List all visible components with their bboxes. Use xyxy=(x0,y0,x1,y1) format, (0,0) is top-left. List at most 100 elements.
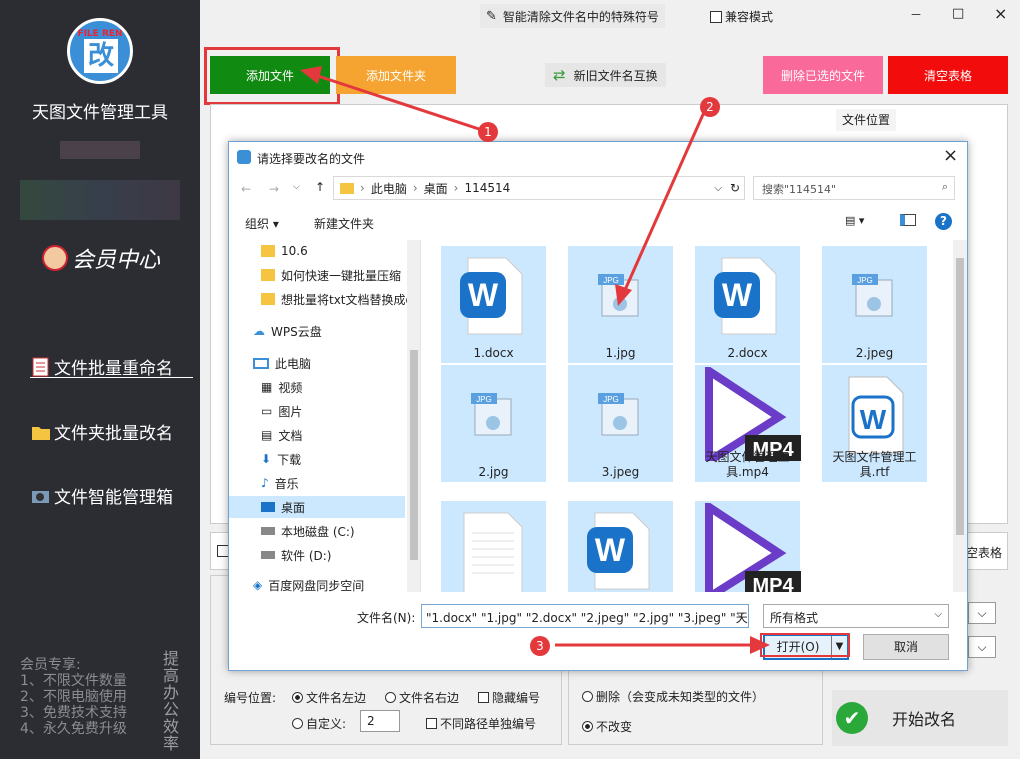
tree-item-drive-c[interactable]: 本地磁盘 (C:) xyxy=(261,520,355,542)
tree-item-desktop[interactable]: 桌面 xyxy=(229,496,405,518)
add-file-button[interactable]: 添加文件 xyxy=(210,56,330,94)
file-tile[interactable]: JPG 2.jpeg xyxy=(822,246,927,363)
annotation-marker-2: 2 xyxy=(700,97,720,117)
picture-icon: ▭ xyxy=(261,404,273,418)
file-tile[interactable]: W xyxy=(568,501,673,592)
folder-icon xyxy=(340,182,354,194)
add-folder-button[interactable]: 添加文件夹 xyxy=(336,56,456,94)
folder-icon xyxy=(261,293,275,305)
tree-item-videos[interactable]: ▦ 视频 xyxy=(261,376,302,398)
file-tile[interactable]: W 天图文件管理工具.rtf xyxy=(822,365,927,482)
hide-number-checkbox[interactable]: 隐藏编号 xyxy=(478,689,540,706)
file-tile[interactable]: W 2.docx xyxy=(695,246,800,363)
file-tile[interactable]: JPG 2.jpg xyxy=(441,365,546,482)
tree-scrollbar-thumb[interactable] xyxy=(410,350,418,560)
file-tile[interactable]: W 1.docx xyxy=(441,246,546,363)
file-tile[interactable]: JPG 3.jpeg xyxy=(568,365,673,482)
clear-table-link[interactable]: 空表格 xyxy=(966,544,1002,561)
refresh-icon[interactable]: ↻ xyxy=(730,181,740,195)
tree-item-drive-d[interactable]: 软件 (D:) xyxy=(261,544,331,566)
radio-label: 不改变 xyxy=(596,720,633,734)
wps-doc-icon: W xyxy=(587,512,650,590)
tree-item-folder[interactable]: 如何快速一键批量压缩 xyxy=(261,264,407,286)
document-icon: ▤ xyxy=(261,428,273,442)
checkbox-label: 隐藏编号 xyxy=(492,691,541,705)
perk-item: 4、永久免费升级 xyxy=(20,721,127,737)
nav-batch-rename-files[interactable]: 文件批量重命名 xyxy=(30,354,173,379)
filename-input[interactable]: "1.docx" "1.jpg" "2.docx" "2.jpeg" "2.jp… xyxy=(421,604,749,628)
grid-scrollbar-thumb[interactable] xyxy=(956,258,964,535)
tree-item-folder[interactable]: 10.6 xyxy=(261,240,308,262)
preview-pane-icon[interactable] xyxy=(900,214,916,226)
radio-ext-delete[interactable]: 删除（会变成未知类型的文件） xyxy=(582,688,764,705)
chevron-down-icon[interactable]: ⌵ xyxy=(714,183,722,194)
radio-name-right[interactable]: 文件名右边 xyxy=(385,689,459,706)
radio-name-left[interactable]: 文件名左边 xyxy=(292,689,366,706)
tree-item-documents[interactable]: ▤ 文档 xyxy=(261,424,302,446)
clear-table-button[interactable]: 清空表格 xyxy=(888,56,1008,94)
recent-dropdown[interactable]: ⌵ xyxy=(293,182,300,192)
breadcrumb-item[interactable]: 114514 xyxy=(464,181,510,195)
nav-smart-toolbox[interactable]: 文件智能管理箱 xyxy=(30,483,173,508)
compat-mode-checkbox[interactable]: 兼容模式 xyxy=(710,8,773,25)
right-select-1[interactable]: ⌵ xyxy=(968,602,996,624)
cancel-button[interactable]: 取消 xyxy=(863,634,949,660)
tree-item-wps-cloud[interactable]: ☁ WPS云盘 xyxy=(253,320,322,342)
member-center-button[interactable]: 会员中心 xyxy=(42,242,160,274)
tree-item-baidu-sync[interactable]: ◈ 百度网盘同步空间 xyxy=(253,574,364,592)
address-bar[interactable]: › 此电脑 › 桌面 › 114514 ⌵ ↻ xyxy=(333,176,745,200)
right-select-2[interactable]: ⌵ xyxy=(968,636,996,658)
nav-batch-rename-folders[interactable]: 文件夹批量改名 xyxy=(30,419,173,444)
filename-value: "1.docx" "1.jpg" "2.docx" "2.jpeg" "2.jp… xyxy=(426,611,748,625)
logo-text: FILE REN xyxy=(77,29,123,39)
organize-menu[interactable]: 组织 ▾ xyxy=(245,215,279,232)
mp4-video-icon: MP4 xyxy=(705,503,801,592)
cloud-icon: ☁ xyxy=(253,324,265,338)
forward-button[interactable]: → xyxy=(269,182,279,196)
nav-tree[interactable]: 10.6 如何快速一键批量压缩 想批量将txt文档替换成d ☁ WPS云盘 此电脑… xyxy=(229,240,421,592)
new-folder-button[interactable]: 新建文件夹 xyxy=(314,215,374,232)
tree-label: 10.6 xyxy=(281,244,308,258)
search-input[interactable]: 搜索"114514" ⌕ xyxy=(753,176,955,200)
file-tile[interactable] xyxy=(441,501,546,592)
help-icon[interactable]: ? xyxy=(935,213,952,230)
separate-path-checkbox[interactable]: 不同路径单独编号 xyxy=(426,715,536,732)
tree-item-downloads[interactable]: ⬇ 下载 xyxy=(261,448,301,470)
special-char-feature[interactable]: ✎ 智能清除文件名中的特殊符号 xyxy=(480,4,665,28)
tree-item-folder[interactable]: 想批量将txt文档替换成d xyxy=(261,288,407,310)
tree-item-pictures[interactable]: ▭ 图片 xyxy=(261,400,302,422)
window-minimize-button[interactable]: － xyxy=(910,6,922,23)
member-center-label: 会员中心 xyxy=(72,248,161,273)
column-header-location[interactable]: 文件位置 xyxy=(836,109,896,131)
file-tile[interactable]: MP4 天图文件管理工具.mp4 xyxy=(695,365,801,482)
swap-names-button[interactable]: ⇄ 新旧文件名互换 xyxy=(545,63,666,87)
annotation-box-open xyxy=(760,633,850,657)
view-menu-icon[interactable]: ▤ ▾ xyxy=(845,214,864,227)
window-maximize-button[interactable]: □ xyxy=(952,6,964,21)
tree-item-music[interactable]: ♪ 音乐 xyxy=(261,472,299,494)
delete-selected-button[interactable]: 删除已选的文件 xyxy=(763,56,883,94)
file-grid[interactable]: W 1.docx JPG 1.jpg W 2.docx JPG 2.jpeg JPG 2.jpg J… xyxy=(425,240,969,592)
drive-icon xyxy=(261,527,275,535)
up-button[interactable]: ↑ xyxy=(315,180,325,194)
computer-icon xyxy=(253,357,269,369)
start-rename-button[interactable]: ✔ 开始改名 xyxy=(832,690,1008,746)
file-tile[interactable]: JPG 1.jpg xyxy=(568,246,673,363)
window-close-button[interactable]: × xyxy=(994,4,1007,23)
svg-text:JPG: JPG xyxy=(857,276,873,285)
tree-item-this-pc[interactable]: 此电脑 xyxy=(253,352,311,374)
file-tile[interactable]: MP4 xyxy=(695,501,801,592)
radio-custom[interactable]: 自定义: xyxy=(292,715,346,732)
tree-label: 图片 xyxy=(278,404,303,419)
nav-label: 文件批量重命名 xyxy=(54,359,173,379)
dialog-close-button[interactable]: × xyxy=(943,145,958,166)
back-button[interactable]: ← xyxy=(241,182,251,196)
file-type-filter[interactable]: 所有格式 ⌵ xyxy=(763,604,949,628)
chevron-down-icon[interactable]: ⌵ xyxy=(736,609,744,620)
breadcrumb-item[interactable]: 桌面 xyxy=(424,180,448,197)
radio-dot-selected xyxy=(582,721,593,732)
radio-ext-keep[interactable]: 不改变 xyxy=(582,718,632,735)
custom-number-input[interactable]: 2 xyxy=(360,710,400,732)
breadcrumb-item[interactable]: 此电脑 xyxy=(371,180,407,197)
wps-doc-icon: W xyxy=(714,257,777,335)
